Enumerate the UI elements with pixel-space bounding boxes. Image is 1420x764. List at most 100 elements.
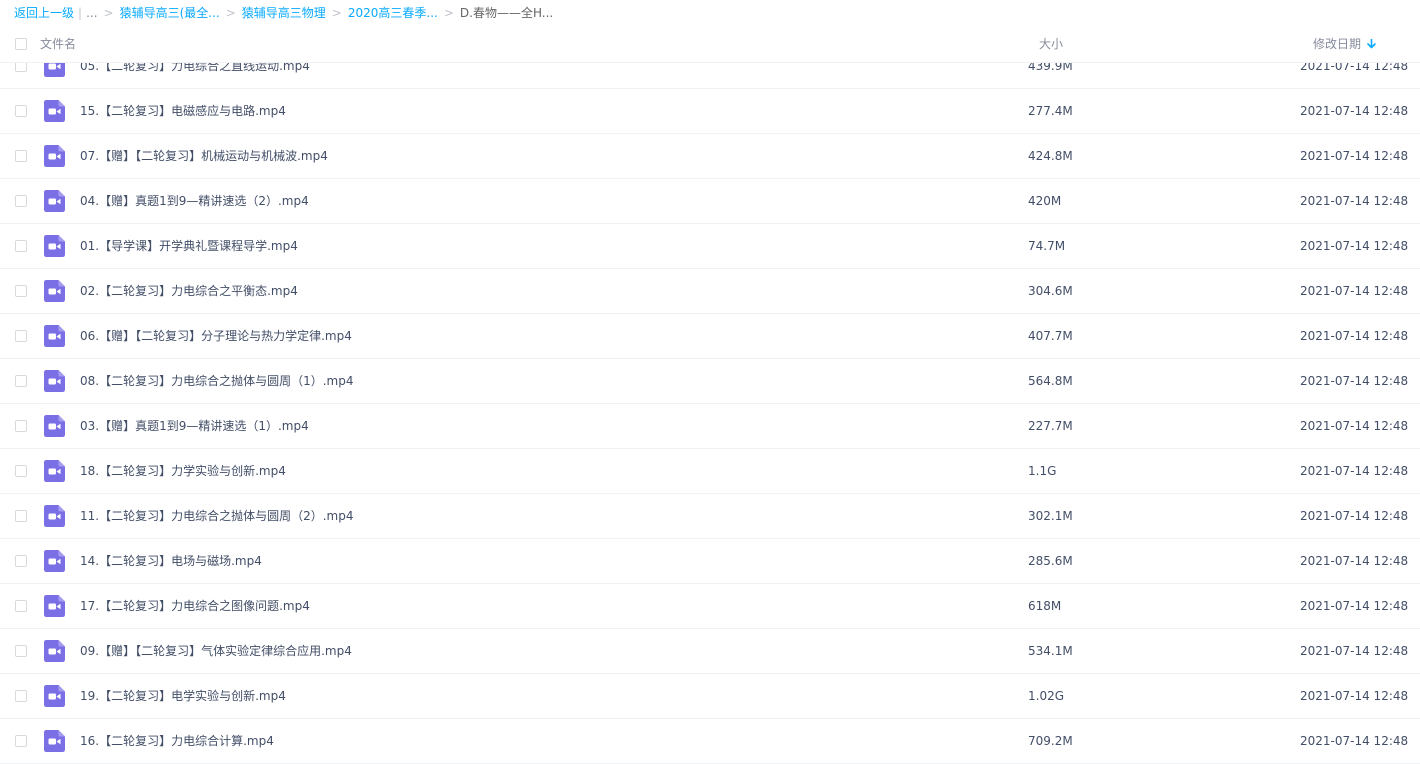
file-size: 618M: [1028, 599, 1062, 613]
breadcrumb-item[interactable]: 猿辅导高三物理: [242, 6, 326, 20]
video-file-icon: [44, 460, 65, 482]
file-checkbox[interactable]: [15, 510, 27, 522]
file-name[interactable]: 04.【赠】真题1到9—精讲速选（2）.mp4: [80, 179, 309, 224]
file-checkbox[interactable]: [15, 555, 27, 567]
video-file-icon: [44, 280, 65, 302]
file-name[interactable]: 18.【二轮复习】力学实验与创新.mp4: [80, 449, 286, 494]
file-row[interactable]: 09.【赠】【二轮复习】气体实验定律综合应用.mp4 534.1M 2021-0…: [0, 629, 1420, 674]
video-file-icon: [44, 145, 65, 167]
video-file-icon: [44, 325, 65, 347]
file-modified-date: 2021-07-14 12:48: [1300, 239, 1409, 253]
file-checkbox[interactable]: [15, 105, 27, 117]
file-modified-date: 2021-07-14 12:48: [1300, 419, 1409, 433]
file-row[interactable]: 11.【二轮复习】力电综合之抛体与圆周（2）.mp4 302.1M 2021-0…: [0, 494, 1420, 539]
file-size: 1.02G: [1028, 689, 1065, 703]
file-row[interactable]: 01.【导学课】开学典礼暨课程导学.mp4 74.7M 2021-07-14 1…: [0, 224, 1420, 269]
breadcrumb-item[interactable]: 猿辅导高三(最全...: [120, 6, 220, 20]
file-checkbox[interactable]: [15, 195, 27, 207]
video-file-icon: [44, 595, 65, 617]
file-row[interactable]: 08.【二轮复习】力电综合之抛体与圆周（1）.mp4 564.8M 2021-0…: [0, 359, 1420, 404]
file-name[interactable]: 14.【二轮复习】电场与磁场.mp4: [80, 539, 262, 584]
file-size: 564.8M: [1028, 374, 1073, 388]
column-header-size[interactable]: 大小: [1039, 26, 1063, 62]
file-checkbox[interactable]: [15, 735, 27, 747]
video-file-icon: [44, 730, 65, 752]
file-size: 709.2M: [1028, 734, 1073, 748]
file-modified-date: 2021-07-14 12:48: [1300, 734, 1409, 748]
file-modified-date: 2021-07-14 12:48: [1300, 599, 1409, 613]
video-file-icon: [44, 505, 65, 527]
video-file-icon: [44, 190, 65, 212]
list-header: 文件名 大小 修改日期: [0, 26, 1420, 63]
file-checkbox[interactable]: [15, 240, 27, 252]
file-row[interactable]: 06.【赠】【二轮复习】分子理论与热力学定律.mp4 407.7M 2021-0…: [0, 314, 1420, 359]
file-size: 534.1M: [1028, 644, 1073, 658]
file-size: 74.7M: [1028, 239, 1066, 253]
file-size: 424.8M: [1028, 149, 1073, 163]
file-name[interactable]: 16.【二轮复习】力电综合计算.mp4: [80, 719, 274, 764]
file-checkbox[interactable]: [15, 285, 27, 297]
file-checkbox[interactable]: [15, 150, 27, 162]
breadcrumb-current: D.春物——全H...: [459, 6, 554, 20]
file-modified-date: 2021-07-14 12:48: [1300, 374, 1409, 388]
breadcrumb-divider: |: [78, 6, 83, 20]
file-size: 1.1G: [1028, 464, 1057, 478]
file-row[interactable]: 14.【二轮复习】电场与磁场.mp4 285.6M 2021-07-14 12:…: [0, 539, 1420, 584]
file-row[interactable]: 15.【二轮复习】电磁感应与电路.mp4 277.4M 2021-07-14 1…: [0, 89, 1420, 134]
file-size: 227.7M: [1028, 419, 1073, 433]
file-checkbox[interactable]: [15, 375, 27, 387]
select-all-checkbox[interactable]: [15, 38, 27, 50]
breadcrumb-item[interactable]: 2020高三春季...: [348, 6, 438, 20]
file-size: 302.1M: [1028, 509, 1073, 523]
file-row[interactable]: 19.【二轮复习】电学实验与创新.mp4 1.02G 2021-07-14 12…: [0, 674, 1420, 719]
file-size: 285.6M: [1028, 554, 1073, 568]
file-name[interactable]: 07.【赠】【二轮复习】机械运动与机械波.mp4: [80, 134, 328, 179]
breadcrumb-separator: >: [103, 6, 114, 20]
file-row[interactable]: 02.【二轮复习】力电综合之平衡态.mp4 304.6M 2021-07-14 …: [0, 269, 1420, 314]
file-row[interactable]: 16.【二轮复习】力电综合计算.mp4 709.2M 2021-07-14 12…: [0, 719, 1420, 764]
video-file-icon: [44, 235, 65, 257]
file-modified-date: 2021-07-14 12:48: [1300, 329, 1409, 343]
back-link[interactable]: 返回上一级: [14, 6, 74, 20]
file-modified-date: 2021-07-14 12:48: [1300, 149, 1409, 163]
file-name[interactable]: 19.【二轮复习】电学实验与创新.mp4: [80, 674, 286, 719]
file-name[interactable]: 15.【二轮复习】电磁感应与电路.mp4: [80, 89, 286, 134]
file-row[interactable]: 04.【赠】真题1到9—精讲速选（2）.mp4 420M 2021-07-14 …: [0, 179, 1420, 224]
file-name[interactable]: 02.【二轮复习】力电综合之平衡态.mp4: [80, 269, 298, 314]
file-size: 420M: [1028, 194, 1062, 208]
file-checkbox[interactable]: [15, 465, 27, 477]
file-size: 304.6M: [1028, 284, 1073, 298]
breadcrumb-ellipsis[interactable]: ...: [86, 6, 97, 20]
file-checkbox[interactable]: [15, 420, 27, 432]
file-modified-date: 2021-07-14 12:48: [1300, 464, 1409, 478]
file-name[interactable]: 03.【赠】真题1到9—精讲速选（1）.mp4: [80, 404, 309, 449]
breadcrumb-separator: >: [443, 6, 454, 20]
video-file-icon: [44, 685, 65, 707]
file-name[interactable]: 08.【二轮复习】力电综合之抛体与圆周（1）.mp4: [80, 359, 353, 404]
file-size: 407.7M: [1028, 329, 1073, 343]
file-row[interactable]: 18.【二轮复习】力学实验与创新.mp4 1.1G 2021-07-14 12:…: [0, 449, 1420, 494]
video-file-icon: [44, 370, 65, 392]
file-name[interactable]: 09.【赠】【二轮复习】气体实验定律综合应用.mp4: [80, 629, 352, 674]
file-modified-date: 2021-07-14 12:48: [1300, 194, 1409, 208]
column-header-date-label: 修改日期: [1313, 37, 1362, 51]
column-header-date[interactable]: 修改日期: [1313, 26, 1376, 62]
file-checkbox[interactable]: [15, 330, 27, 342]
file-name[interactable]: 01.【导学课】开学典礼暨课程导学.mp4: [80, 224, 298, 269]
file-name[interactable]: 06.【赠】【二轮复习】分子理论与热力学定律.mp4: [80, 314, 352, 359]
video-file-icon: [44, 100, 65, 122]
file-modified-date: 2021-07-14 12:48: [1300, 104, 1409, 118]
file-checkbox[interactable]: [15, 645, 27, 657]
file-modified-date: 2021-07-14 12:48: [1300, 689, 1409, 703]
file-row[interactable]: 17.【二轮复习】力电综合之图像问题.mp4 618M 2021-07-14 1…: [0, 584, 1420, 629]
column-header-name[interactable]: 文件名: [40, 26, 76, 62]
file-name[interactable]: 11.【二轮复习】力电综合之抛体与圆周（2）.mp4: [80, 494, 353, 539]
file-modified-date: 2021-07-14 12:48: [1300, 554, 1409, 568]
video-file-icon: [44, 415, 65, 437]
file-checkbox[interactable]: [15, 690, 27, 702]
file-checkbox[interactable]: [15, 600, 27, 612]
file-size: 277.4M: [1028, 104, 1073, 118]
file-row[interactable]: 07.【赠】【二轮复习】机械运动与机械波.mp4 424.8M 2021-07-…: [0, 134, 1420, 179]
file-name[interactable]: 17.【二轮复习】力电综合之图像问题.mp4: [80, 584, 310, 629]
file-row[interactable]: 03.【赠】真题1到9—精讲速选（1）.mp4 227.7M 2021-07-1…: [0, 404, 1420, 449]
